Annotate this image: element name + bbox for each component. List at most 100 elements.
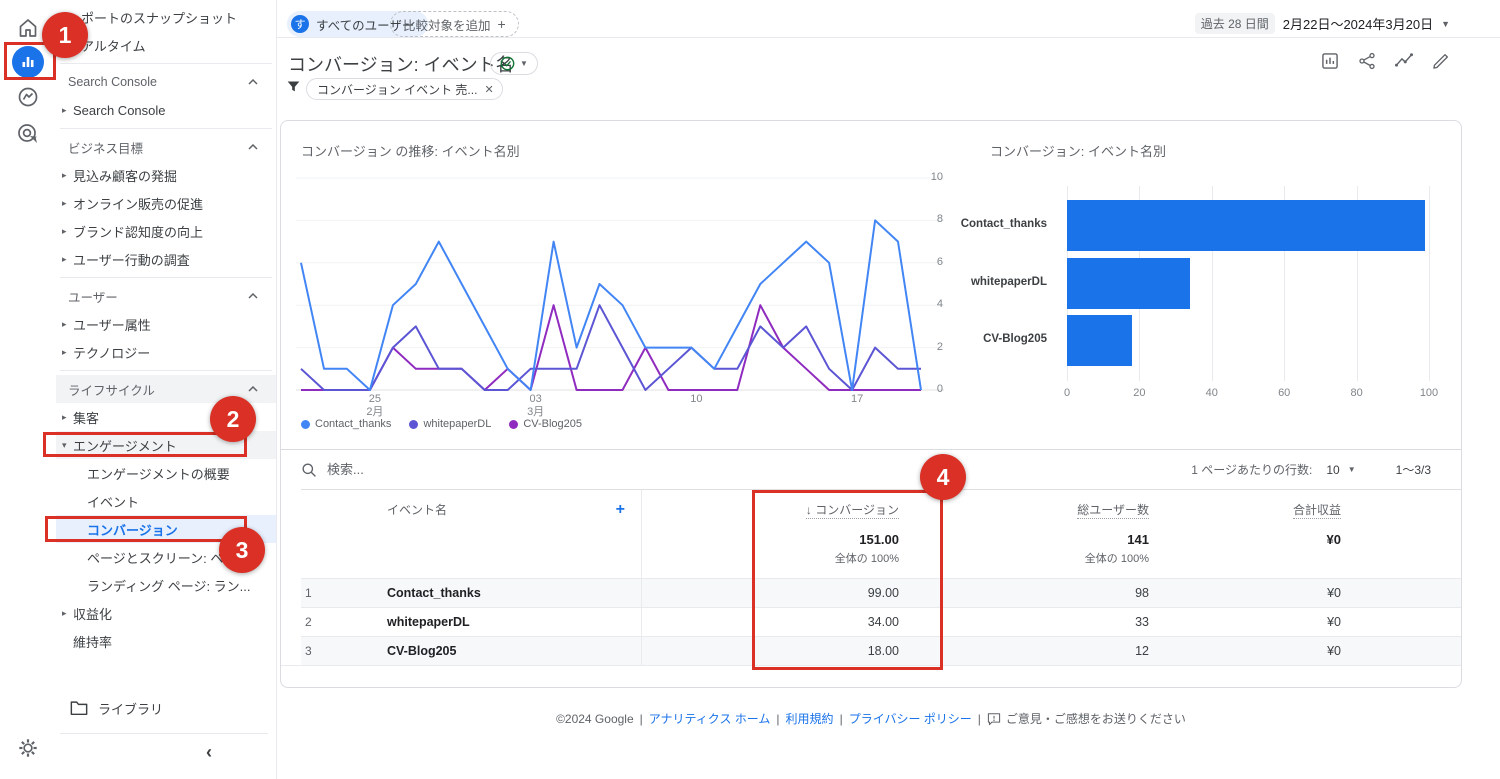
segment-avatar: す [291,15,309,33]
nav-section-search-console[interactable]: Search Console [56,68,276,96]
nav-section-lifecycle[interactable]: ライフサイクル [56,375,276,403]
sort-conversions[interactable]: ↓ コンバージョン [805,503,899,519]
line-chart-legend: Contact_thanks whitepaperDL CV-Blog205 [301,418,582,430]
row-number: 1 [305,586,312,600]
event-name-cell: whitepaperDL [387,615,470,629]
explore-icon[interactable] [12,81,44,113]
search-icon [302,462,316,477]
bar-whitepaperDL[interactable] [1067,258,1191,309]
date-range-value: 2月22日～2024年3月20日 [1282,17,1434,32]
legend-dot-icon [509,419,519,429]
nav-online-sales[interactable]: ▸ オンライン販売の促進 [56,189,276,217]
rows-per-page-select[interactable]: 10 ▼ [1326,463,1355,477]
advertising-icon[interactable] [12,118,44,150]
line-chart[interactable] [296,171,951,399]
conversions-column: ↓ コンバージョン 151.00 全体の 100% [641,490,911,578]
users-total: 141 [1127,532,1149,547]
users-column: 総ユーザー数 141 全体の 100% [911,490,1161,578]
copyright: ©2024 Google [556,712,634,726]
nav-search-console[interactable]: ▸ Search Console [56,96,276,124]
nav-user-behavior[interactable]: ▸ ユーザー行動の調査 [56,245,276,273]
chevron-down-icon: ▼ [1441,18,1450,29]
nav-retention[interactable]: 維持率 [56,627,276,655]
nav-realtime[interactable]: リアルタイム [56,31,276,59]
event-name-cell: Contact_thanks [387,586,481,600]
nav-conversions[interactable]: コンバージョン [56,515,276,543]
add-column-icon[interactable]: + [616,501,625,578]
rows-per-page-label: 1 ページあたりの行数: [1191,463,1313,477]
nav-engagement-overview[interactable]: エンゲージメントの概要 [56,459,276,487]
sort-users[interactable]: 総ユーザー数 [1077,503,1149,519]
table-toolbar: 1 ページあたりの行数: 10▼ 1～3/3 [281,449,1461,489]
nav-library[interactable]: ライブラリ [56,694,276,722]
users-cell: 98 [1135,586,1149,600]
nav-engagement[interactable]: ▾ エンゲージメント [56,431,276,459]
conversions-total-pct: 全体の 100% [834,553,899,565]
charts-area: コンバージョン の推移: イベント名別 0 2 4 6 8 10 25 2月 03 3月 10 17… [281,121,1461,449]
edit-pencil-icon[interactable] [1430,50,1452,72]
remove-filter-icon[interactable]: ✕ [484,83,493,96]
legend-item[interactable]: CV-Blog205 [509,418,582,430]
nav-monetization[interactable]: ▸ 収益化 [56,599,276,627]
nav-section-user[interactable]: ユーザー [56,282,276,310]
legend-item[interactable]: whitepaperDL [409,418,491,430]
nav-acquisition[interactable]: ▸ 集客 [56,403,276,431]
filter-funnel-icon[interactable] [286,79,301,99]
nav-brand-awareness[interactable]: ▸ ブランド認知度の向上 [56,217,276,245]
users-cell: 33 [1135,615,1149,629]
bar-CV-Blog205[interactable] [1067,315,1133,366]
collapse-nav-icon[interactable]: ‹ [206,742,212,763]
share-icon[interactable] [1356,50,1378,72]
event-name-label[interactable]: イベント名 [387,501,447,578]
date-range-picker[interactable]: 過去 28 日間 2月22日～2024年3月20日 ▼ [1194,13,1450,34]
revenue-cell: ¥0 [1327,615,1341,629]
add-comparison-chip[interactable]: 比較対象を追加 + [390,11,519,37]
footer: ©2024 Google | アナリティクス ホーム | 利用規約 | プライバシー ポリシ… [280,710,1462,729]
nav-pages-screens[interactable]: ページとスクリーン: ペー... [56,543,276,571]
insights-icon[interactable] [1393,50,1415,72]
report-status-dropdown[interactable]: ▼ [490,52,538,75]
privacy-link[interactable]: プライバシー ポリシー [849,712,972,726]
expand-arrow-icon: ▸ [62,253,67,264]
expand-arrow-icon: ▸ [62,411,67,422]
terms-link[interactable]: 利用規約 [786,712,834,726]
chevron-up-icon [248,293,258,299]
chevron-up-icon [248,79,258,85]
legend-dot-icon [301,419,310,429]
bar-chart[interactable] [1067,186,1430,381]
customize-report-icon[interactable] [1319,50,1341,72]
expand-arrow-icon: ▸ [62,607,67,618]
events-table: 1 ページあたりの行数: 10▼ 1～3/3 イベント名 + ↓ コンバージョン… [281,449,1461,666]
legend-dot-icon [409,419,419,429]
date-range-preset: 過去 28 日間 [1194,13,1275,34]
nav-landing-pages[interactable]: ランディング ページ: ラン... [56,571,276,599]
chevron-down-icon: ▼ [1347,465,1356,474]
nav-report-snapshot[interactable]: レポートのスナップショット [56,3,276,31]
report-card: コンバージョン の推移: イベント名別 0 2 4 6 8 10 25 2月 03 3月 10 17… [280,120,1462,688]
nav-user-attributes[interactable]: ▸ ユーザー属性 [56,310,276,338]
legend-item[interactable]: Contact_thanks [301,418,391,430]
nav-section-business-goals[interactable]: ビジネス目標 [56,133,276,161]
applied-filter-chip[interactable]: コンバージョン イベント 売... ✕ [306,78,503,100]
users-cell: 12 [1135,644,1149,658]
table-row: 1 Contact_thanks 99.00 98 ¥0 [301,578,1461,607]
settings-gear-icon[interactable] [12,732,44,764]
nav-technology[interactable]: ▸ テクノロジー [56,338,276,366]
sort-revenue[interactable]: 合計収益 [1292,503,1341,519]
expand-arrow-icon: ▸ [62,197,67,208]
search-input[interactable] [327,462,627,477]
nav-lead-generation[interactable]: ▸ 見込み顧客の発掘 [56,161,276,189]
bar-Contact_thanks[interactable] [1067,200,1426,251]
revenue-column: 合計収益 ¥0 [1161,490,1353,578]
feedback-link[interactable]: ご意見・ご感想をお送りください [1006,712,1186,726]
library-folder-icon [70,701,88,716]
line-chart-title: コンバージョン の推移: イベント名別 [301,144,520,159]
pagination-controls: 1 ページあたりの行数: 10 ▼ 1～3/3 [1191,461,1445,478]
nav-events[interactable]: イベント [56,487,276,515]
row-number: 3 [305,644,312,658]
home-icon[interactable] [12,12,44,44]
reports-icon[interactable] [12,46,44,78]
check-circle-icon [500,56,515,71]
analytics-home-link[interactable]: アナリティクス ホーム [649,712,771,726]
event-name-cell: CV-Blog205 [387,644,457,658]
